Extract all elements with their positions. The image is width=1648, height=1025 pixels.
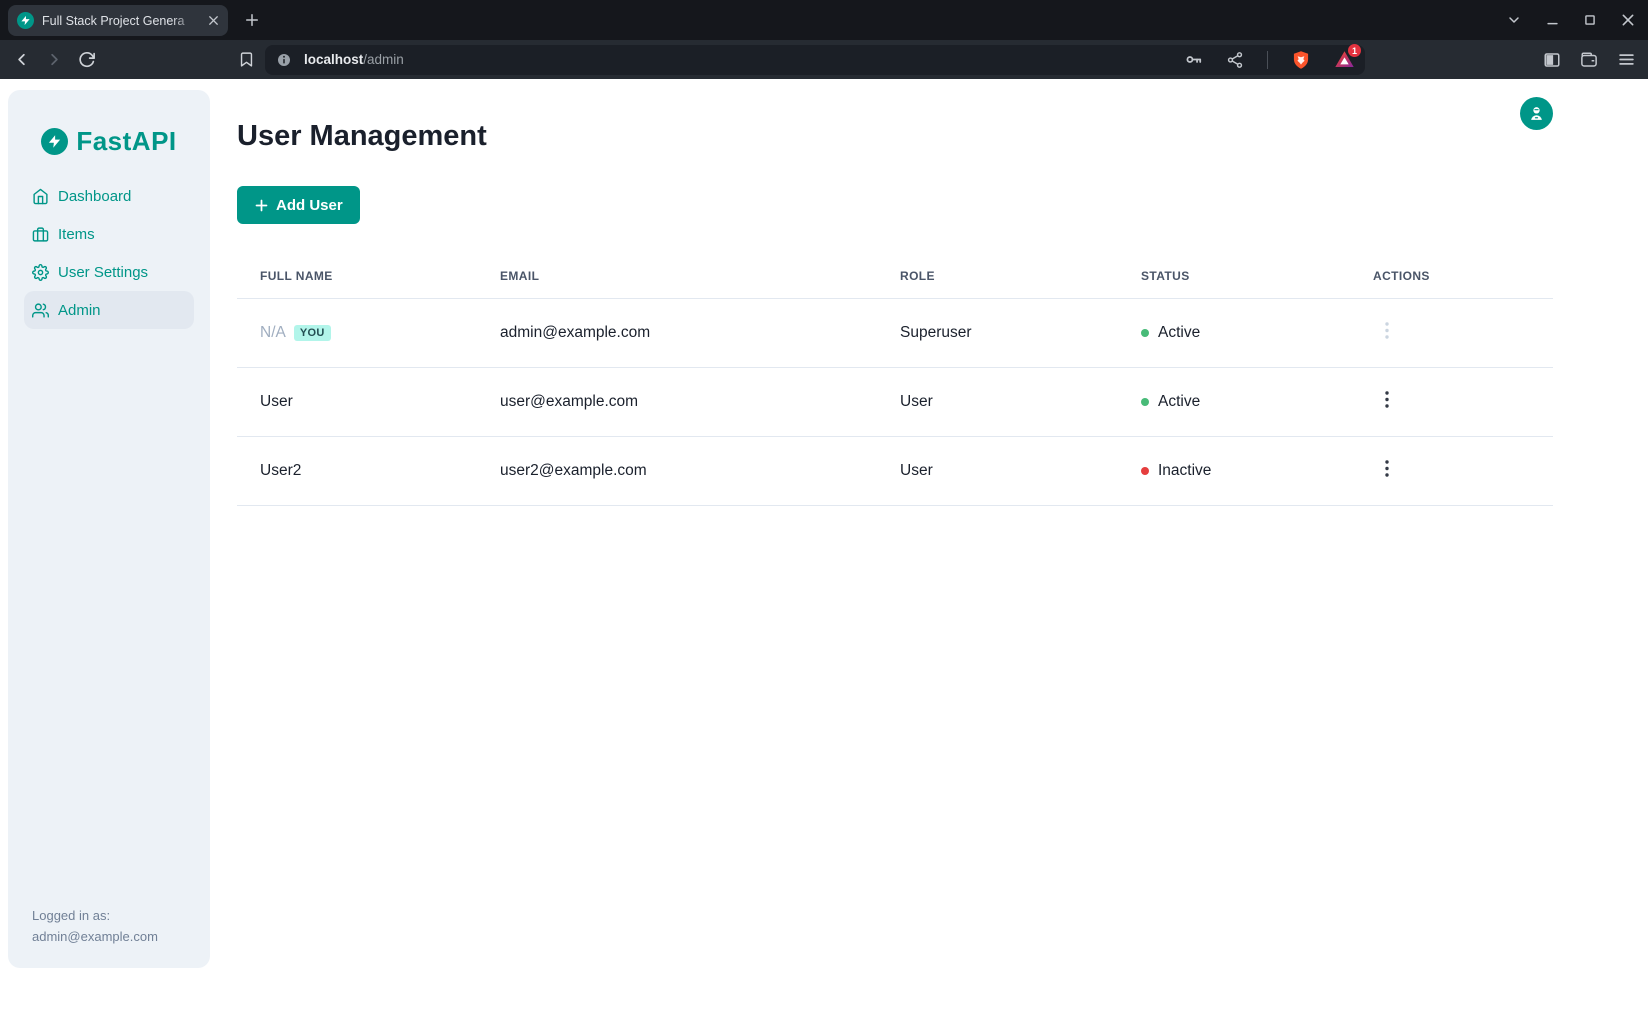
window-minimize-icon[interactable] [1545, 13, 1560, 28]
status-label: Inactive [1158, 462, 1211, 480]
user-menu-button[interactable] [1520, 97, 1553, 130]
sidebar-item-label: Items [58, 226, 95, 243]
toolbar-divider [1267, 51, 1268, 69]
sidebar-item-label: User Settings [58, 264, 148, 281]
browser-tab[interactable]: Full Stack Project Genera [8, 5, 228, 36]
reload-icon[interactable] [78, 51, 96, 69]
sidebar-item-items[interactable]: Items [24, 215, 194, 253]
tab-title: Full Stack Project Genera [42, 14, 198, 28]
new-tab-icon[interactable] [243, 11, 261, 29]
page-title: User Management [237, 120, 1553, 153]
share-icon[interactable] [1226, 51, 1244, 69]
status-dot-active [1141, 398, 1149, 406]
row-actions-kebab-icon[interactable] [1385, 391, 1389, 408]
col-full-name: Full Name [237, 254, 477, 299]
gear-icon [32, 264, 49, 281]
window-close-icon[interactable] [1620, 12, 1636, 28]
table-row: User user@example.com User Active [237, 368, 1553, 437]
sidebar: FastAPI Dashboard Items User Settings Ad… [8, 90, 210, 968]
user-role: User [877, 368, 1118, 437]
table-row: User2 user2@example.com User Inactive [237, 437, 1553, 506]
tab-search-chevron-icon[interactable] [1506, 12, 1522, 28]
status-label: Active [1158, 324, 1200, 342]
user-full-name: N/A [260, 324, 286, 341]
user-full-name: User [237, 368, 477, 437]
browser-toolbar: localhost/admin 1 [0, 40, 1648, 79]
user-role: User [877, 437, 1118, 506]
status-label: Active [1158, 393, 1200, 411]
brave-shield-icon[interactable] [1291, 50, 1311, 70]
wallet-icon[interactable] [1580, 51, 1598, 69]
fastapi-logo: FastAPI [8, 90, 210, 157]
user-email: user@example.com [477, 368, 877, 437]
row-actions-kebab-icon[interactable] [1385, 460, 1389, 477]
window-maximize-icon[interactable] [1583, 13, 1597, 27]
col-actions: Actions [1350, 254, 1553, 299]
you-badge: YOU [294, 325, 331, 341]
sidebar-item-dashboard[interactable]: Dashboard [24, 177, 194, 215]
user-avatar-icon [1527, 104, 1546, 123]
logged-in-email: admin@example.com [32, 927, 158, 948]
user-email: admin@example.com [477, 299, 877, 368]
fastapi-favicon-icon [17, 12, 34, 29]
menu-hamburger-icon[interactable] [1617, 50, 1636, 69]
briefcase-icon [32, 226, 49, 243]
address-bar[interactable]: localhost/admin 1 [265, 45, 1365, 75]
sidebar-item-label: Dashboard [58, 188, 131, 205]
logged-in-label: Logged in as: [32, 906, 158, 927]
users-table: Full Name Email Role Status Actions N/A Y… [237, 254, 1553, 506]
url-text: localhost/admin [304, 52, 1161, 67]
table-row: N/A YOU admin@example.com Superuser Activ… [237, 299, 1553, 368]
users-icon [32, 302, 49, 319]
home-icon [32, 188, 49, 205]
url-host: localhost [304, 52, 363, 67]
tab-close-icon[interactable] [206, 13, 221, 28]
sidebar-item-user-settings[interactable]: User Settings [24, 253, 194, 291]
site-info-icon[interactable] [276, 52, 292, 68]
col-role: Role [877, 254, 1118, 299]
plus-icon [254, 198, 269, 213]
user-full-name: User2 [237, 437, 477, 506]
sidebar-nav: Dashboard Items User Settings Admin [8, 177, 210, 329]
add-user-label: Add User [276, 197, 343, 214]
forward-icon[interactable] [45, 50, 64, 69]
col-email: Email [477, 254, 877, 299]
add-user-button[interactable]: Add User [237, 186, 360, 224]
sidebar-item-label: Admin [58, 302, 101, 319]
user-email: user2@example.com [477, 437, 877, 506]
browser-tab-strip: Full Stack Project Genera [0, 0, 1648, 40]
app-content: FastAPI Dashboard Items User Settings Ad… [0, 79, 1648, 1025]
main-panel: User Management Add User Full Name Email… [210, 79, 1648, 506]
fastapi-bolt-icon [41, 128, 68, 155]
logged-in-footer: Logged in as: admin@example.com [32, 906, 158, 948]
col-status: Status [1118, 254, 1350, 299]
brave-rewards-bat-icon[interactable]: 1 [1334, 49, 1355, 70]
back-icon[interactable] [12, 50, 31, 69]
table-header-row: Full Name Email Role Status Actions [237, 254, 1553, 299]
user-role: Superuser [877, 299, 1118, 368]
side-panel-icon[interactable] [1543, 51, 1561, 69]
url-path: /admin [363, 52, 404, 67]
brand-name: FastAPI [76, 126, 176, 157]
status-dot-inactive [1141, 467, 1149, 475]
sidebar-item-admin[interactable]: Admin [24, 291, 194, 329]
status-dot-active [1141, 329, 1149, 337]
bookmark-icon[interactable] [238, 51, 255, 68]
rewards-notification-badge: 1 [1348, 44, 1361, 57]
password-key-icon[interactable] [1184, 50, 1203, 69]
row-actions-kebab-icon[interactable] [1385, 322, 1389, 339]
